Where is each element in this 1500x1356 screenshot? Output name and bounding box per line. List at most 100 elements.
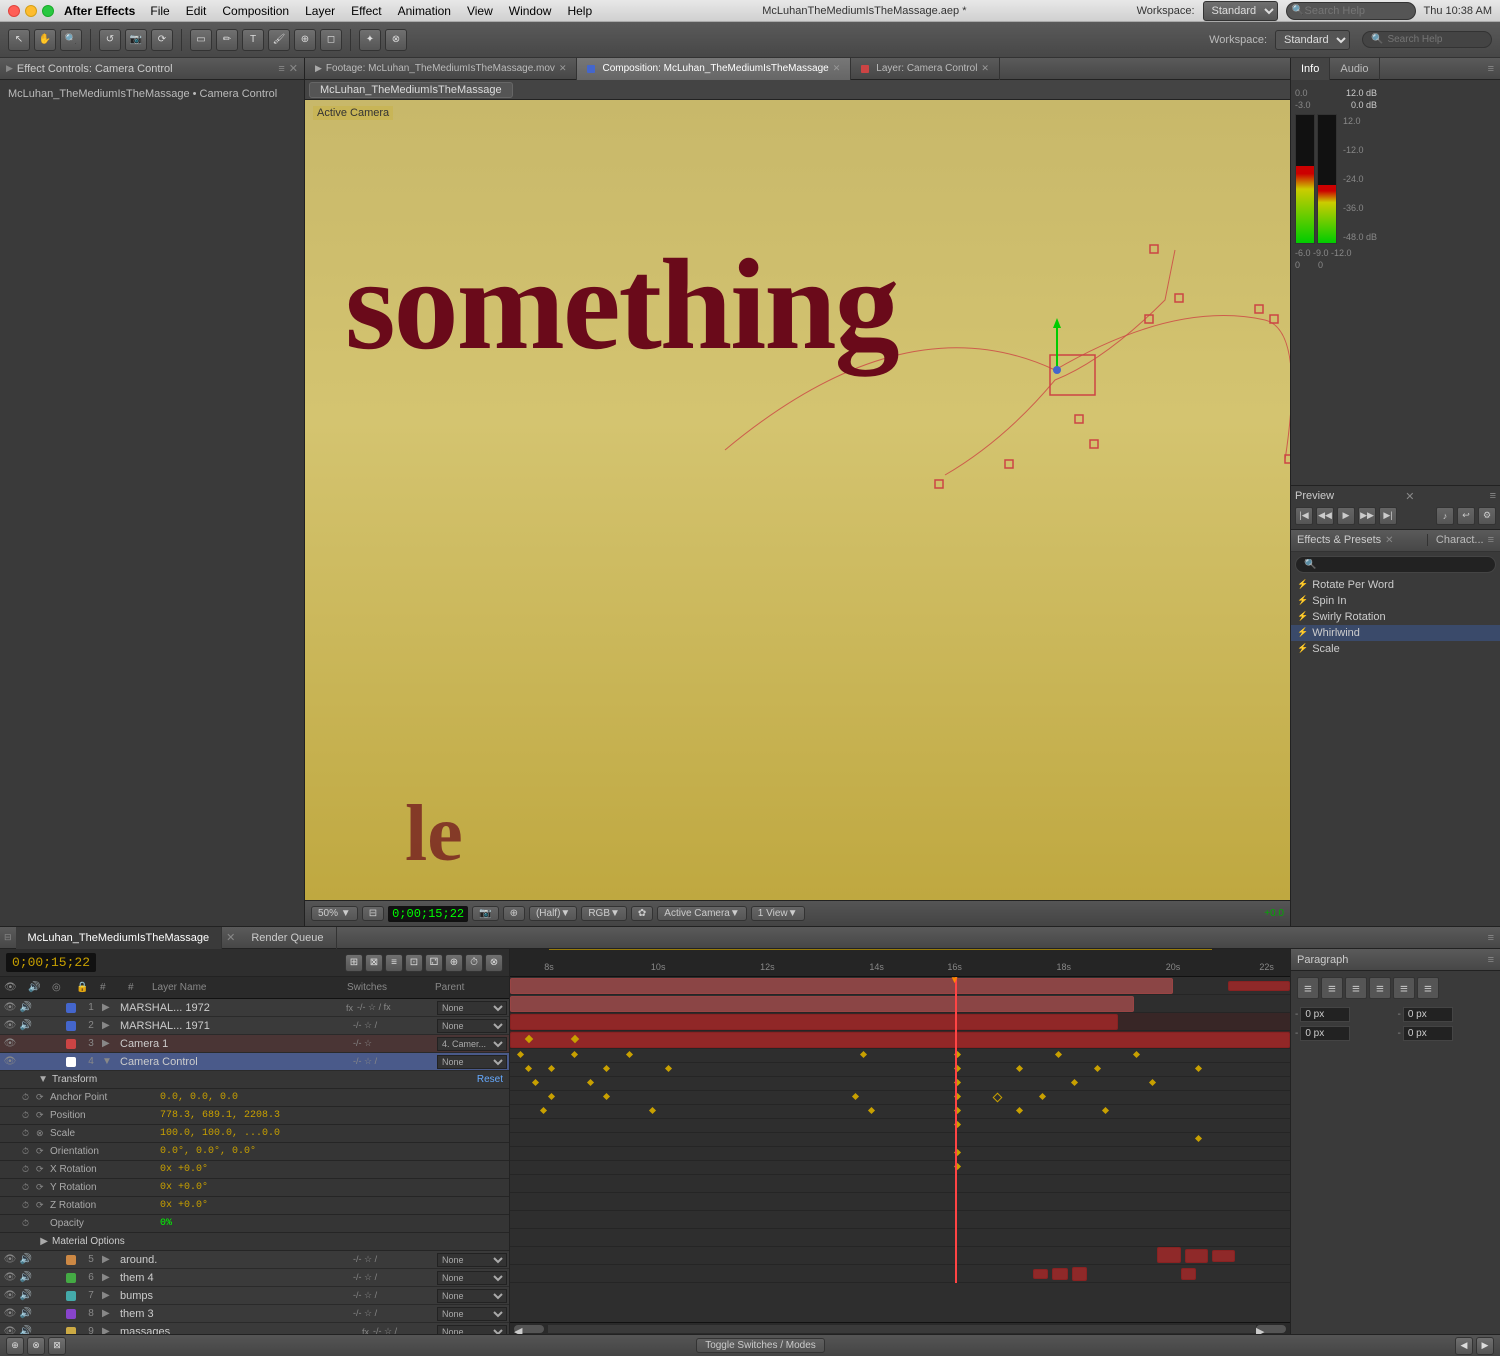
layer-3-vis[interactable]: 👁 [2,1038,18,1049]
effects-item-whirlwind[interactable]: ⚡ Whirlwind [1291,625,1500,641]
xrot-row[interactable]: ⏱ ⟳ X Rotation 0x +0.0° [0,1161,509,1179]
track-lane-4[interactable] [510,1031,1290,1049]
scale-value[interactable]: 100.0, 100.0, ...0.0 [160,1128,280,1139]
track-block-9b[interactable] [1185,1249,1208,1263]
yrot-row[interactable]: ⏱ ⟳ Y Rotation 0x +0.0° [0,1179,509,1197]
track-block-1[interactable] [510,978,1173,994]
layer-9-mode[interactable]: None [437,1325,507,1335]
preview-audio[interactable]: ♪ [1436,507,1454,525]
track-lane-3[interactable] [510,1013,1290,1031]
track-lane-yrot[interactable] [510,1119,1290,1133]
align-justify3[interactable]: ≡ [1417,977,1439,999]
scale-link[interactable]: ⊗ [36,1128,50,1139]
menu-window[interactable]: Window [509,4,552,18]
timeline-tab-render[interactable]: Render Queue [239,927,336,949]
preview-step-forward[interactable]: ▶▶ [1358,507,1376,525]
comp-exposure[interactable]: ✿ [631,906,653,921]
right-panel-menu[interactable]: ≡ [1482,63,1500,75]
zrot-stopwatch[interactable]: ⏱ [22,1200,36,1211]
toolbar-puppet[interactable]: ✦ [359,29,381,51]
comp-snap[interactable]: 📷 [472,906,498,921]
layer-4-mode[interactable]: None [437,1055,507,1069]
effects-item-spin-in[interactable]: ⚡ Spin In [1291,593,1500,609]
track-block-2[interactable] [510,996,1134,1012]
preview-play[interactable]: ▶ [1337,507,1355,525]
close-button[interactable] [8,5,20,17]
layer-6-mode[interactable]: None [437,1271,507,1285]
comp-motion-blur[interactable]: ⊕ [503,906,525,921]
tab-composition-close[interactable]: ✕ [833,63,841,74]
scroll-right[interactable]: ▶ [1256,1325,1286,1333]
layer-row[interactable]: 👁 🔊 6 ▶ them 4 -/- ☆ / None [0,1269,509,1287]
layer-3-expand[interactable]: ▶ [102,1038,116,1049]
layer-row[interactable]: 👁 🔊 8 ▶ them 3 -/- ☆ / None [0,1305,509,1323]
layer-row[interactable]: 👁 3 ▶ Camera 1 -/- ☆ 4. Camer... [0,1035,509,1053]
preview-step-back[interactable]: ◀◀ [1316,507,1334,525]
layer-row[interactable]: 👁 🔊 7 ▶ bumps -/- ☆ / None [0,1287,509,1305]
toolbar-pen[interactable]: ✏ [216,29,238,51]
fullscreen-button[interactable] [42,5,54,17]
layer-9-vis[interactable]: 👁 [2,1326,18,1334]
orientation-row[interactable]: ⏱ ⟳ Orientation 0.0°, 0.0°, 0.0° [0,1143,509,1161]
align-center[interactable]: ≡ [1321,977,1343,999]
layer-6-expand[interactable]: ▶ [102,1272,116,1283]
comp-view-count[interactable]: 1 View▼ [751,906,805,921]
comp-fit[interactable]: ⊟ [362,906,384,921]
toolbar-eraser[interactable]: ◻ [320,29,342,51]
layer-5-vis[interactable]: 👁 [2,1254,18,1265]
layer-7-vis[interactable]: 👁 [2,1290,18,1301]
scale-row[interactable]: ⏱ ⊗ Scale 100.0, 100.0, ...0.0 [0,1125,509,1143]
pos-bezier[interactable]: ⟳ [36,1110,50,1121]
toolbar-zoom[interactable]: 🔍 [60,29,82,51]
layer-row[interactable]: 👁 🔊 1 ▶ MARSHAL... 1972 fx -/- ☆ / fx No… [0,999,509,1017]
track-lane-1[interactable] [510,977,1290,995]
toolbar-rotate[interactable]: ↺ [99,29,121,51]
transform-header[interactable]: ▼ Transform Reset [0,1071,509,1089]
track-lane-xrot[interactable] [510,1105,1290,1119]
layer-row[interactable]: 👁 🔊 2 ▶ MARSHAL... 1971 -/- ☆ / None [0,1017,509,1035]
layer-5-mode[interactable]: None [437,1253,507,1267]
anchor-stopwatch[interactable]: ⏱ [22,1092,36,1103]
pos-value[interactable]: 778.3, 689.1, 2208.3 [160,1110,280,1121]
search-help-input[interactable] [1286,2,1416,20]
layer-1-vis[interactable]: 👁 [2,1002,18,1013]
transform-reset[interactable]: Reset [473,1074,507,1085]
layer-2-audio[interactable]: 🔊 [18,1020,34,1031]
tab-footage-close[interactable]: ✕ [559,63,567,74]
opacity-stopwatch[interactable]: ⏱ [22,1218,36,1229]
comp-zoom[interactable]: 50% ▼ [311,906,358,921]
tab-layer-close[interactable]: ✕ [981,63,989,74]
layer-row[interactable]: 👁 🔊 9 ▶ massages fx -/- ☆ / None [0,1323,509,1334]
orient-bezier[interactable]: ⟳ [36,1146,50,1157]
layer-5-expand[interactable]: ▶ [102,1254,116,1265]
toolbar-camera[interactable]: 📷 [125,29,147,51]
material-options-row[interactable]: ▶ Material Options [0,1233,509,1251]
indent-br[interactable] [1403,1026,1453,1041]
zrot-row[interactable]: ⏱ ⟳ Z Rotation 0x +0.0° [0,1197,509,1215]
tab-audio[interactable]: Audio [1330,58,1379,80]
toolbar-text[interactable]: T [242,29,264,51]
layer-4-expand[interactable]: ▼ [102,1056,116,1067]
search-help-toolbar[interactable] [1387,34,1487,45]
yrot-stopwatch[interactable]: ⏱ [22,1182,36,1193]
track-lane-10[interactable] [510,1265,1290,1283]
toolbar-select[interactable]: ↖ [8,29,30,51]
track-lane-5[interactable] [510,1175,1290,1193]
layer-8-mode[interactable]: None [437,1307,507,1321]
comp-view-btn[interactable]: Active Camera▼ [657,906,746,921]
align-justify2[interactable]: ≡ [1393,977,1415,999]
anchor-bezier[interactable]: ⟳ [36,1092,50,1103]
comp-sub-tab-label[interactable]: McLuhan_TheMediumIsTheMassage [309,82,513,98]
tl-btn-8[interactable]: ⊗ [485,954,503,972]
layer-2-expand[interactable]: ▶ [102,1020,116,1031]
transform-expand[interactable]: ▼ [2,1074,52,1085]
scale-stopwatch[interactable]: ⏱ [22,1128,36,1139]
effect-controls-close[interactable]: ✕ [289,62,298,75]
preview-last-frame[interactable]: ▶| [1379,507,1397,525]
menu-animation[interactable]: Animation [398,4,451,18]
menu-layer[interactable]: Layer [305,4,335,18]
comp-channels[interactable]: RGB▼ [581,906,627,921]
xrot-value[interactable]: 0x +0.0° [160,1164,208,1175]
pos-stopwatch[interactable]: ⏱ [22,1110,36,1121]
toggle-switches-modes[interactable]: Toggle Switches / Modes [696,1338,825,1353]
